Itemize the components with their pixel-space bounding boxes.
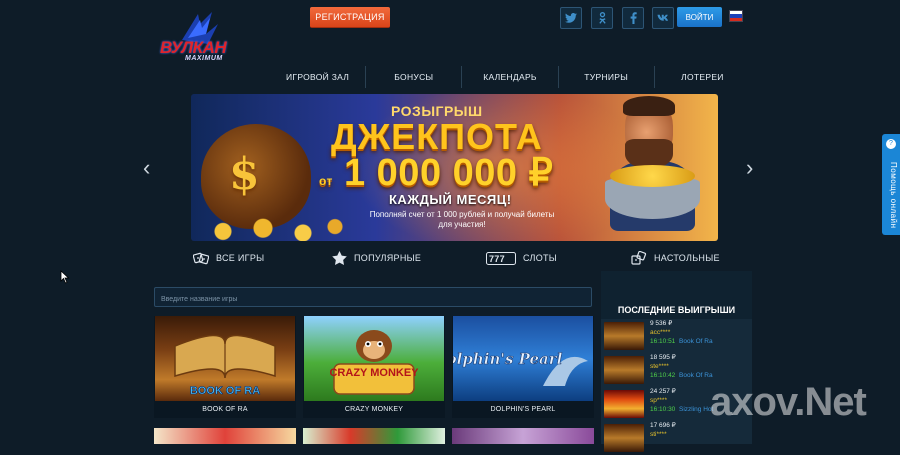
- watermark-text: axov.Net: [710, 380, 867, 424]
- game-title: CRAZY MONKEY: [344, 406, 404, 413]
- banner-line5: Пополняй счет от 1 000 рублей и получай …: [369, 210, 555, 229]
- nav-item-calendar[interactable]: КАЛЕНДАРЬ: [462, 66, 559, 88]
- help-online-tab[interactable]: ? Помощь онлайн: [882, 134, 900, 235]
- gold-pile: [610, 165, 695, 187]
- banner-amount-prefix: от: [319, 174, 333, 188]
- win-game-link[interactable]: Book Of Ra: [679, 338, 713, 345]
- win-row[interactable]: 9 536 ₽ acc**** 16:10:51 Book Of Ra: [604, 319, 749, 353]
- banner-amount-value: 1 000 000 ₽: [343, 152, 554, 194]
- win-game-thumbnail[interactable]: [604, 322, 644, 350]
- nav-item-game-hall[interactable]: ИГРОВОЙ ЗАЛ: [270, 66, 367, 88]
- win-game-thumbnail[interactable]: [604, 356, 644, 384]
- category-slots[interactable]: 777 СЛОТЫ: [486, 249, 557, 267]
- main-nav: ИГРОВОЙ ЗАЛ БОНУСЫ КАЛЕНДАРЬ ТУРНИРЫ ЛОТ…: [270, 66, 750, 88]
- game-thumbnail[interactable]: CRAZY MONKEY: [304, 316, 444, 401]
- win-game-thumbnail[interactable]: [604, 390, 644, 418]
- game-thumbnail-partial[interactable]: [154, 428, 296, 444]
- win-time: 16:10:42: [650, 372, 676, 379]
- win-amount: 18 595 ₽: [650, 354, 676, 361]
- win-amount: 9 536 ₽: [650, 320, 673, 327]
- win-time: 16:10:30: [650, 406, 676, 413]
- category-table-games[interactable]: НАСТОЛЬНЫЕ: [631, 249, 720, 267]
- dice-icon: [193, 251, 209, 265]
- game-search-input[interactable]: [155, 290, 591, 309]
- nav-item-tournaments[interactable]: ТУРНИРЫ: [559, 66, 655, 88]
- banner-prev-arrow-icon[interactable]: ‹: [143, 155, 150, 181]
- game-title: DOLPHIN'S PEARL: [490, 406, 556, 413]
- category-label: НАСТОЛЬНЫЕ: [654, 253, 720, 263]
- vk-icon[interactable]: [652, 7, 674, 29]
- jackpot-banner[interactable]: $ РОЗЫГРЫШ ДЖЕКПОТА от 1 000 000 ₽ КАЖДЫ…: [191, 94, 718, 241]
- game-art-text: CRAZY MONKEY: [329, 367, 419, 379]
- game-thumbnail-partial[interactable]: [452, 428, 594, 444]
- banner-next-arrow-icon[interactable]: ›: [746, 155, 753, 181]
- table-dice-icon: [631, 250, 647, 266]
- category-popular[interactable]: ПОПУЛЯРНЫЕ: [332, 249, 421, 267]
- category-label: СЛОТЫ: [523, 253, 558, 263]
- win-user: sti****: [650, 431, 667, 438]
- odnoklassniki-icon[interactable]: [591, 7, 613, 29]
- help-online-label: Помощь онлайн: [889, 162, 898, 229]
- logo-subtitle: MAXIMUM: [185, 55, 223, 62]
- coins-image: [191, 209, 351, 241]
- game-title: BOOK OF RA: [202, 406, 248, 413]
- twitter-icon[interactable]: [560, 7, 582, 29]
- win-row[interactable]: 17 696 ₽ sti****: [604, 421, 749, 455]
- game-thumbnail[interactable]: BOOK OF RA: [155, 316, 295, 401]
- category-all-games[interactable]: ВСЕ ИГРЫ: [193, 249, 264, 267]
- flag-stripe-red: [730, 17, 742, 21]
- game-art-text: BOOK OF RA: [190, 385, 260, 397]
- game-thumbnail[interactable]: Dolphin's Pearl: [453, 316, 593, 401]
- win-user: acc****: [650, 329, 671, 336]
- game-card-crazy-monkey[interactable]: CRAZY MONKEY CRAZY MONKEY: [303, 316, 445, 418]
- login-button[interactable]: ВОЙТИ: [677, 7, 722, 27]
- game-card-book-of-ra[interactable]: BOOK OF RA BOOK OF RA: [154, 316, 296, 418]
- mouse-cursor-icon: [60, 270, 70, 284]
- gnome-hair: [623, 96, 675, 116]
- nav-item-lotteries[interactable]: ЛОТЕРЕИ: [655, 66, 750, 88]
- facebook-icon[interactable]: [622, 7, 644, 29]
- game-art-text: Dolphin's Pearl: [453, 350, 563, 368]
- game-thumbnail-partial[interactable]: [303, 428, 445, 444]
- chat-icon: ?: [886, 139, 896, 149]
- svg-text:777: 777: [489, 254, 505, 264]
- slot-777-icon: 777: [486, 251, 516, 265]
- win-amount: 24 257 ₽: [650, 388, 676, 395]
- gnome-character-image: [605, 96, 700, 239]
- win-amount: 17 696 ₽: [650, 422, 676, 429]
- win-game-link[interactable]: Sizzling Hot: [679, 406, 713, 413]
- category-label: ПОПУЛЯРНЫЕ: [354, 253, 422, 263]
- win-game-link[interactable]: Book Of Ra: [679, 372, 713, 379]
- win-user: ste****: [650, 363, 669, 370]
- win-user: sp****: [650, 397, 667, 404]
- register-button[interactable]: РЕГИСТРАЦИЯ: [310, 7, 390, 28]
- language-flag-icon[interactable]: [729, 10, 743, 22]
- game-card-dolphins-pearl[interactable]: Dolphin's Pearl DOLPHIN'S PEARL: [452, 316, 594, 418]
- dollar-sign-icon: $: [229, 149, 260, 200]
- banner-line4: КАЖДЫЙ МЕСЯЦ!: [389, 192, 512, 207]
- win-game-thumbnail[interactable]: [604, 424, 644, 452]
- category-label: ВСЕ ИГРЫ: [216, 253, 265, 263]
- recent-wins-title: ПОСЛЕДНИЕ ВЫИГРЫШИ: [601, 271, 752, 319]
- nav-item-bonuses[interactable]: БОНУСЫ: [366, 66, 463, 88]
- win-time: 16:10:51: [650, 338, 676, 345]
- star-icon: [332, 251, 347, 265]
- game-search: [154, 287, 592, 309]
- banner-amount: от 1 000 000 ₽: [319, 150, 553, 195]
